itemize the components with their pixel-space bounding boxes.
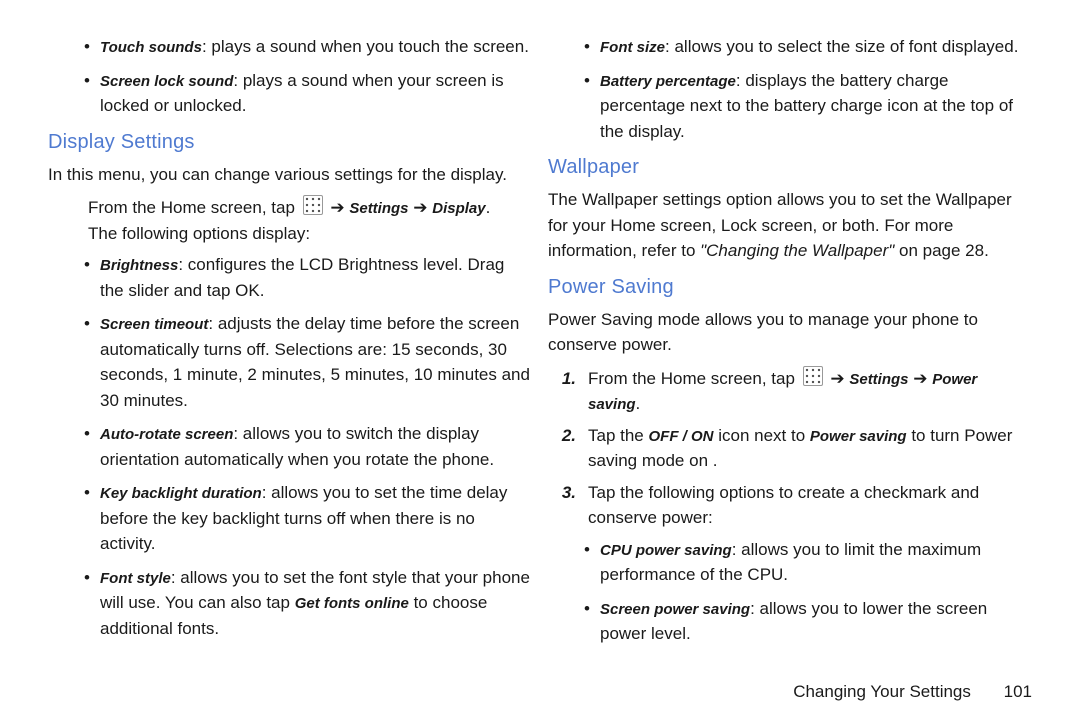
step-number: 3. — [548, 480, 588, 531]
s2-ps: Power saving — [810, 428, 907, 445]
step-display: Display — [432, 200, 485, 217]
s1-arrow: ➔ — [830, 369, 849, 388]
display-intro: In this menu, you can change various set… — [48, 162, 532, 188]
bullet-brightness: Brightness: configures the LCD Brightnes… — [48, 252, 532, 303]
bullet-desc: : allows you to select the size of font … — [665, 37, 1018, 56]
step-body: From the Home screen, tap ➔ Settings ➔ D… — [88, 195, 532, 246]
step-body: Tap the following options to create a ch… — [588, 480, 1032, 531]
bullet-screen-power-saving: Screen power saving: allows you to lower… — [548, 596, 1032, 647]
step-2: 2. Tap the OFF / ON icon next to Power s… — [548, 423, 1032, 474]
bullet-label: Screen timeout — [100, 316, 208, 333]
get-fonts-label: Get fonts online — [295, 595, 409, 612]
step-body: Tap the OFF / ON icon next to Power savi… — [588, 423, 1032, 474]
step-marker — [48, 195, 88, 246]
heading-power-saving: Power Saving — [548, 276, 1032, 299]
bullet-auto-rotate: Auto-rotate screen: allows you to switch… — [48, 421, 532, 472]
two-column-layout: Touch sounds: plays a sound when you tou… — [48, 32, 1032, 655]
step-arrow: ➔ — [413, 198, 432, 217]
s1-arrow: ➔ — [913, 369, 932, 388]
s1-period: . — [636, 394, 641, 413]
bullet-battery-percentage: Battery percentage: displays the battery… — [548, 68, 1032, 145]
manual-page: Touch sounds: plays a sound when you tou… — [0, 0, 1080, 720]
step-followup: The following options display: — [88, 224, 310, 243]
s2-offon: OFF / ON — [649, 428, 714, 445]
bullet-label: Key backlight duration — [100, 485, 262, 502]
bullet-label: Auto-rotate screen — [100, 426, 233, 443]
bullet-label: Touch sounds — [100, 39, 202, 56]
bullet-label: Brightness — [100, 257, 178, 274]
bullet-label: CPU power saving — [600, 542, 732, 559]
apps-grid-icon — [803, 366, 823, 386]
bullet-desc: : plays a sound when you touch the scree… — [202, 37, 529, 56]
step-number: 1. — [548, 366, 588, 417]
right-column: Font size: allows you to select the size… — [548, 32, 1032, 655]
s2-a: Tap the — [588, 426, 649, 445]
wallpaper-text: The Wallpaper settings option allows you… — [548, 187, 1032, 264]
step-text: From the Home screen, tap — [88, 198, 300, 217]
footer-section: Changing Your Settings — [793, 682, 971, 701]
bullet-label: Screen power saving — [600, 601, 750, 618]
bullet-font-style: Font style: allows you to set the font s… — [48, 565, 532, 642]
step-number: 2. — [548, 423, 588, 474]
bullet-label: Font style — [100, 570, 171, 587]
step-body: From the Home screen, tap ➔ Settings ➔ P… — [588, 366, 1032, 417]
step-1: 1. From the Home screen, tap ➔ Settings … — [548, 366, 1032, 417]
wallpaper-text-b: on page 28. — [894, 241, 989, 260]
bullet-key-backlight: Key backlight duration: allows you to se… — [48, 480, 532, 557]
bullet-label: Battery percentage — [600, 73, 736, 90]
page-number: 101 — [1004, 682, 1032, 702]
left-column: Touch sounds: plays a sound when you tou… — [48, 32, 532, 655]
step-arrow: ➔ — [330, 198, 349, 217]
step-settings: Settings — [349, 200, 408, 217]
s1-prefix: From the Home screen, tap — [588, 369, 800, 388]
bullet-label: Font size — [600, 39, 665, 56]
heading-display-settings: Display Settings — [48, 131, 532, 154]
bullet-screen-lock-sound: Screen lock sound: plays a sound when yo… — [48, 68, 532, 119]
bullet-label: Screen lock sound — [100, 73, 233, 90]
power-intro: Power Saving mode allows you to manage y… — [548, 307, 1032, 358]
heading-wallpaper: Wallpaper — [548, 156, 1032, 179]
page-footer: Changing Your Settings 101 — [793, 682, 1032, 702]
bullet-screen-timeout: Screen timeout: adjusts the delay time b… — [48, 311, 532, 413]
s2-b: icon next to — [714, 426, 810, 445]
apps-grid-icon — [303, 195, 323, 215]
step-from-home: From the Home screen, tap ➔ Settings ➔ D… — [48, 195, 532, 246]
bullet-font-size: Font size: allows you to select the size… — [548, 34, 1032, 60]
s1-settings: Settings — [849, 371, 908, 388]
bullet-touch-sounds: Touch sounds: plays a sound when you tou… — [48, 34, 532, 60]
wallpaper-link: "Changing the Wallpaper" — [700, 241, 894, 260]
step-3: 3. Tap the following options to create a… — [548, 480, 1032, 531]
bullet-cpu-power-saving: CPU power saving: allows you to limit th… — [548, 537, 1032, 588]
s2-d: . — [713, 451, 718, 470]
step-period: . — [486, 198, 491, 217]
